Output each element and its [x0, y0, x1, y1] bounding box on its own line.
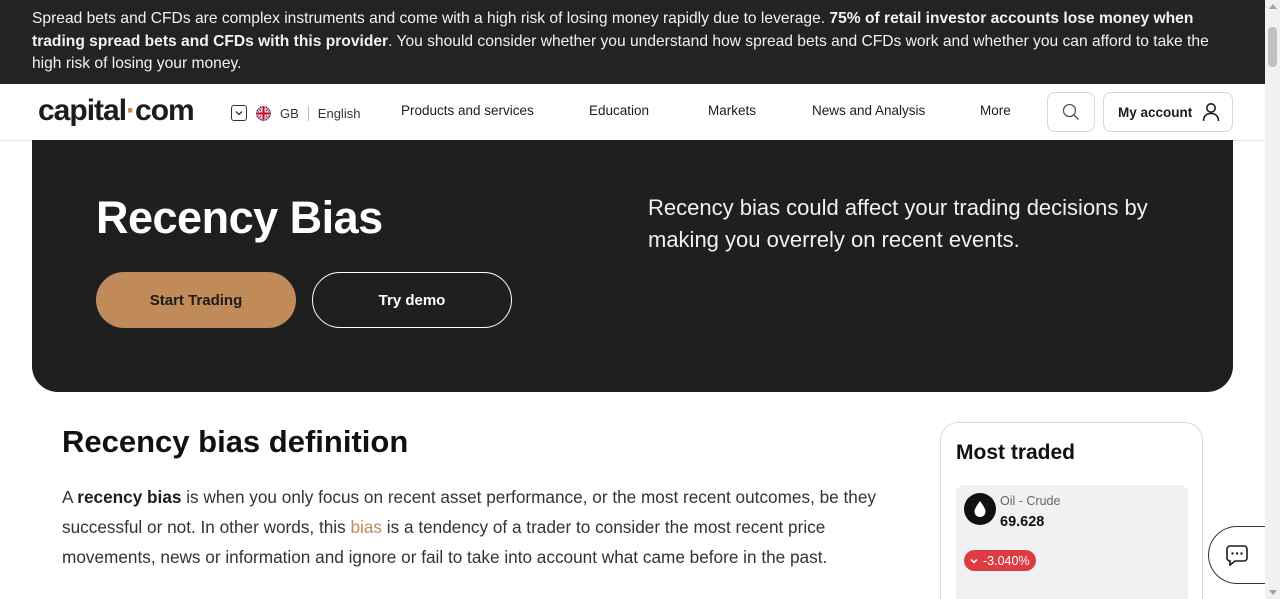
- chevron-down-icon: [970, 558, 978, 564]
- my-account-button[interactable]: My account: [1103, 92, 1233, 132]
- chat-button[interactable]: [1208, 526, 1268, 584]
- page: Spread bets and CFDs are complex instrum…: [0, 0, 1280, 599]
- paragraph-text: A: [62, 487, 78, 507]
- market-name: Oil - Crude: [1000, 494, 1061, 508]
- chat-bubble-icon: [1225, 545, 1248, 566]
- scroll-down-arrow-icon[interactable]: [1269, 590, 1277, 595]
- market-price: 69.628: [1000, 514, 1045, 530]
- article-heading: Recency bias definition: [62, 424, 409, 459]
- search-icon: [1062, 103, 1079, 120]
- hero-section: Recency Bias Start Trading Try demo Rece…: [32, 140, 1233, 392]
- market-card[interactable]: Oil - Crude 69.628 -3.040%: [956, 485, 1188, 599]
- page-title: Recency Bias: [96, 192, 383, 243]
- logo-text-left: capital: [38, 94, 127, 127]
- search-button[interactable]: [1047, 92, 1095, 132]
- most-traded-widget: Most traded Oil - Crude 69.628 -3.040%: [940, 422, 1203, 599]
- capital-com-logo[interactable]: capital·com: [38, 94, 195, 128]
- nav-news-and-analysis[interactable]: News and Analysis: [812, 103, 925, 118]
- user-icon: [1202, 103, 1220, 122]
- chevron-down-icon: [231, 105, 247, 121]
- site-header: capital·com GB English Products and serv…: [0, 84, 1265, 141]
- scroll-up-arrow-icon[interactable]: [1269, 4, 1277, 9]
- hero-description: Recency bias could affect your trading d…: [648, 195, 1148, 252]
- divider: [307, 105, 309, 121]
- nav-education[interactable]: Education: [589, 103, 649, 118]
- scrollbar-thumb[interactable]: [1268, 27, 1277, 67]
- vertical-scrollbar[interactable]: [1265, 0, 1280, 599]
- try-demo-button[interactable]: Try demo: [312, 272, 512, 328]
- uk-flag-icon: [256, 105, 271, 121]
- oil-drop-icon: [964, 493, 996, 525]
- start-trading-button[interactable]: Start Trading: [96, 272, 296, 328]
- nav-products-and-services[interactable]: Products and services: [401, 103, 534, 118]
- risk-text-start: Spread bets and CFDs are complex instrum…: [32, 10, 830, 27]
- bold-term: recency bias: [77, 487, 182, 507]
- region-language-selector[interactable]: GB English: [231, 103, 360, 123]
- most-traded-title: Most traded: [956, 441, 1076, 464]
- article-paragraph: A recency bias is when you only focus on…: [62, 482, 912, 572]
- region-code: GB: [280, 105, 299, 121]
- nav-markets[interactable]: Markets: [708, 103, 756, 118]
- price-change-badge: -3.040%: [964, 550, 1036, 571]
- my-account-label: My account: [1118, 104, 1193, 120]
- logo-dot: ·: [126, 94, 136, 127]
- bias-link[interactable]: bias: [351, 517, 383, 537]
- risk-warning-banner: Spread bets and CFDs are complex instrum…: [0, 0, 1265, 84]
- language-label: English: [317, 105, 361, 121]
- logo-text-right: com: [135, 94, 195, 127]
- price-change-value: -3.040%: [983, 553, 1030, 568]
- nav-more[interactable]: More: [980, 103, 1011, 118]
